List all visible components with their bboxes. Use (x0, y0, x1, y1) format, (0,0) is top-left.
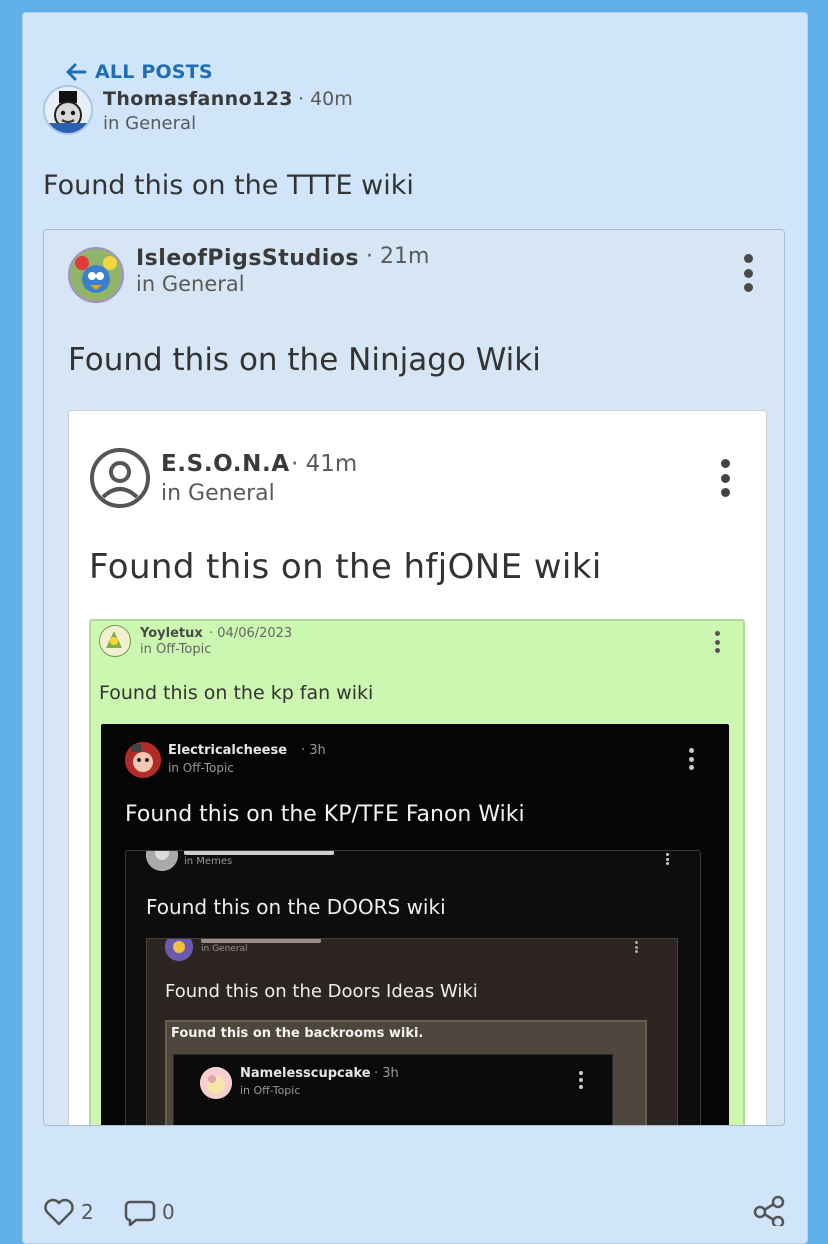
like-count: 2 (81, 1200, 94, 1224)
embed8-time: · 3h (374, 1066, 399, 1081)
more-options-icon[interactable] (633, 941, 639, 953)
embed4-author: Electricalcheese (168, 743, 288, 758)
post-time: · 40m (298, 88, 353, 110)
embedded-post-2[interactable]: E.S.O.N.A · 41m in General Found this on… (68, 410, 767, 1125)
embed2-time-value: 41m (305, 451, 358, 477)
embed4-title: Found this on the KP/TFE Fanon Wiki (125, 802, 525, 827)
embed8-time-value: 3h (382, 1066, 399, 1081)
share-icon (753, 1195, 785, 1226)
comment-button[interactable]: 0 (124, 1198, 175, 1226)
embed3-title: Found this on the kp fan wiki (99, 682, 374, 704)
embed4-avatar (125, 742, 161, 778)
comment-icon (124, 1200, 156, 1226)
post-time-value: 40m (310, 88, 353, 110)
embed5-category: in Memes (184, 856, 233, 867)
embed3-avatar (99, 625, 131, 657)
embedded-post-8[interactable]: Namelesscupcake · 3h in Off-Topic (173, 1054, 613, 1125)
embed8-author: Namelesscupcake (240, 1066, 371, 1081)
post-category[interactable]: in General (103, 113, 196, 134)
embed8-category: in Off-Topic (240, 1084, 301, 1097)
embed1-time-value: 21m (380, 244, 430, 269)
back-label: ALL POSTS (95, 61, 213, 83)
embed5-avatar (146, 851, 178, 871)
more-options-icon[interactable] (687, 748, 695, 770)
embed1-category: in General (136, 272, 245, 296)
embed3-category: in Off-Topic (140, 642, 212, 657)
embed7-title: Found this on the backrooms wiki. (171, 1026, 424, 1041)
author-avatar[interactable] (43, 85, 93, 135)
embedded-post-3[interactable]: Yoyletux · 04/06/2023 in Off-Topic Found… (89, 619, 745, 1125)
embedded-post-1[interactable]: IsleofPigsStudios · 21m in General Found… (43, 229, 785, 1126)
more-options-icon[interactable] (742, 254, 754, 292)
embed2-category: in General (161, 481, 275, 506)
embedded-post-5[interactable]: in Memes Found this on the DOORS wiki in… (125, 850, 701, 1125)
embed4-time-value: 3h (309, 743, 326, 758)
embedded-post-6[interactable]: in General Found this on the Doors Ideas… (146, 938, 678, 1125)
embed1-author: IsleofPigsStudios (136, 246, 359, 271)
comment-count: 0 (162, 1200, 175, 1224)
back-link[interactable]: ALL POSTS (65, 61, 213, 83)
embed8-avatar (200, 1067, 232, 1099)
embed3-time: · 04/06/2023 (209, 626, 292, 641)
embed2-title: Found this on the hfjONE wiki (89, 547, 602, 587)
more-options-icon[interactable] (578, 1071, 584, 1089)
more-options-icon[interactable] (719, 459, 731, 497)
embed5-author-obscured (184, 851, 334, 855)
more-options-icon[interactable] (713, 631, 721, 653)
post-actions: 2 0 (0, 1180, 828, 1226)
embed2-author: E.S.O.N.A (161, 451, 290, 477)
like-button[interactable]: 2 (43, 1198, 94, 1226)
embed3-time-value: 04/06/2023 (217, 626, 293, 641)
embed6-category: in General (201, 944, 248, 954)
embedded-post-4[interactable]: Electricalcheese · 3h in Off-Topic Found… (101, 724, 729, 1125)
embed6-avatar (165, 939, 193, 961)
dot-separator: · (291, 451, 306, 477)
embed1-title: Found this on the Ninjago Wiki (68, 342, 541, 378)
dot-separator: · (298, 88, 311, 110)
embed4-category: in Off-Topic (168, 761, 234, 775)
dot-separator: · (366, 244, 380, 269)
arrow-left-icon (66, 63, 87, 81)
embed1-time: · 21m (366, 244, 429, 269)
share-button[interactable] (752, 1194, 786, 1226)
embed6-author-obscured (201, 939, 321, 943)
embed5-title: Found this on the DOORS wiki (146, 895, 446, 919)
more-options-icon[interactable] (664, 853, 670, 865)
embed6-title: Found this on the Doors Ideas Wiki (165, 981, 478, 1002)
post-title: Found this on the TTTE wiki (43, 170, 414, 201)
embedded-post-7[interactable]: Found this on the backrooms wiki. Namele… (165, 1020, 647, 1125)
heart-icon (44, 1198, 74, 1226)
default-avatar-icon (89, 447, 151, 509)
embed1-avatar (68, 247, 124, 303)
embed3-author: Yoyletux (140, 626, 203, 641)
author-name[interactable]: Thomasfanno123 (103, 88, 293, 110)
embed4-time: · 3h (301, 743, 326, 758)
embed2-time: · 41m (291, 451, 357, 477)
